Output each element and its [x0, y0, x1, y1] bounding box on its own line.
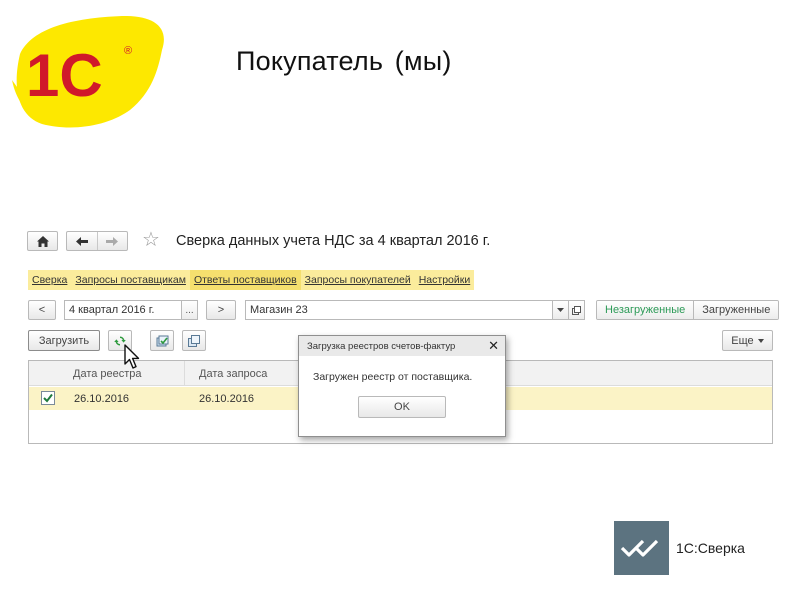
double-check-icon [620, 539, 658, 557]
export-button[interactable] [150, 330, 174, 351]
brand-label: 1С:Сверка [676, 540, 745, 556]
dropdown-arrow-icon [757, 338, 764, 343]
period-field[interactable]: 4 квартал 2016 г. [64, 300, 182, 320]
history-nav [66, 231, 128, 251]
column-header-request-date[interactable]: Дата запроса [195, 361, 295, 386]
command-bar: Сверка Запросы поставщикам Ответы постав… [28, 270, 475, 290]
form-title: Сверка данных учета НДС за 4 квартал 201… [176, 233, 491, 249]
more-label: Еще [731, 334, 754, 347]
toggle-loaded[interactable]: Загруженные [694, 301, 779, 319]
load-result-dialog: Загрузка реестров счетов-фактур ✕ Загруж… [298, 335, 506, 437]
logo-registered-mark: ® [124, 45, 132, 57]
org-dropdown-button[interactable] [552, 300, 569, 320]
copy-button[interactable] [182, 330, 206, 351]
cell-registry-date: 26.10.2016 [74, 392, 130, 405]
home-button[interactable] [27, 231, 58, 251]
1c-logo: 1С ® [12, 10, 170, 132]
sverka-logo [614, 521, 669, 575]
star-icon[interactable]: ☆ [142, 229, 160, 251]
arrow-left-icon [75, 236, 88, 246]
more-button[interactable]: Еще [722, 330, 773, 351]
dialog-message: Загружен реестр от поставщика. [313, 371, 473, 383]
next-period-button[interactable]: > [206, 300, 236, 320]
logo-text: 1С [26, 42, 103, 109]
organization-field[interactable]: Магазин 23 [245, 300, 553, 320]
prev-period-button[interactable]: < [28, 300, 56, 320]
tab-supplier-requests[interactable]: Запросы поставщикам [71, 270, 190, 290]
export-icon [156, 335, 168, 346]
arrow-right-icon [106, 236, 119, 246]
home-icon [36, 235, 49, 247]
dropdown-arrow-icon [557, 308, 564, 312]
tab-sverka[interactable]: Сверка [28, 270, 72, 290]
toggle-unloaded[interactable]: Незагруженные [597, 301, 695, 319]
checkmark-icon [43, 393, 53, 403]
copy-icon [188, 334, 200, 347]
cell-request-date: 26.10.2016 [199, 392, 255, 405]
forward-button[interactable] [96, 232, 128, 250]
row-checkbox[interactable] [41, 391, 55, 405]
mouse-cursor-icon [124, 344, 140, 369]
load-status-toggle: Незагруженные Загруженные [596, 300, 780, 320]
close-icon[interactable]: ✕ [488, 338, 499, 354]
tab-supplier-responses[interactable]: Ответы поставщиков [189, 270, 301, 290]
load-button[interactable]: Загрузить [28, 330, 100, 351]
ok-button[interactable]: OK [358, 396, 446, 418]
tab-settings[interactable]: Настройки [414, 270, 475, 290]
period-select-button[interactable]: ... [181, 300, 198, 320]
tab-buyer-requests[interactable]: Запросы покупателей [300, 270, 415, 290]
open-link-icon [572, 305, 581, 315]
back-button[interactable] [67, 232, 97, 250]
org-open-button[interactable] [568, 300, 585, 320]
dialog-title: Загрузка реестров счетов-фактур [299, 336, 505, 356]
slide-title: Покупатель (мы) [236, 46, 452, 76]
